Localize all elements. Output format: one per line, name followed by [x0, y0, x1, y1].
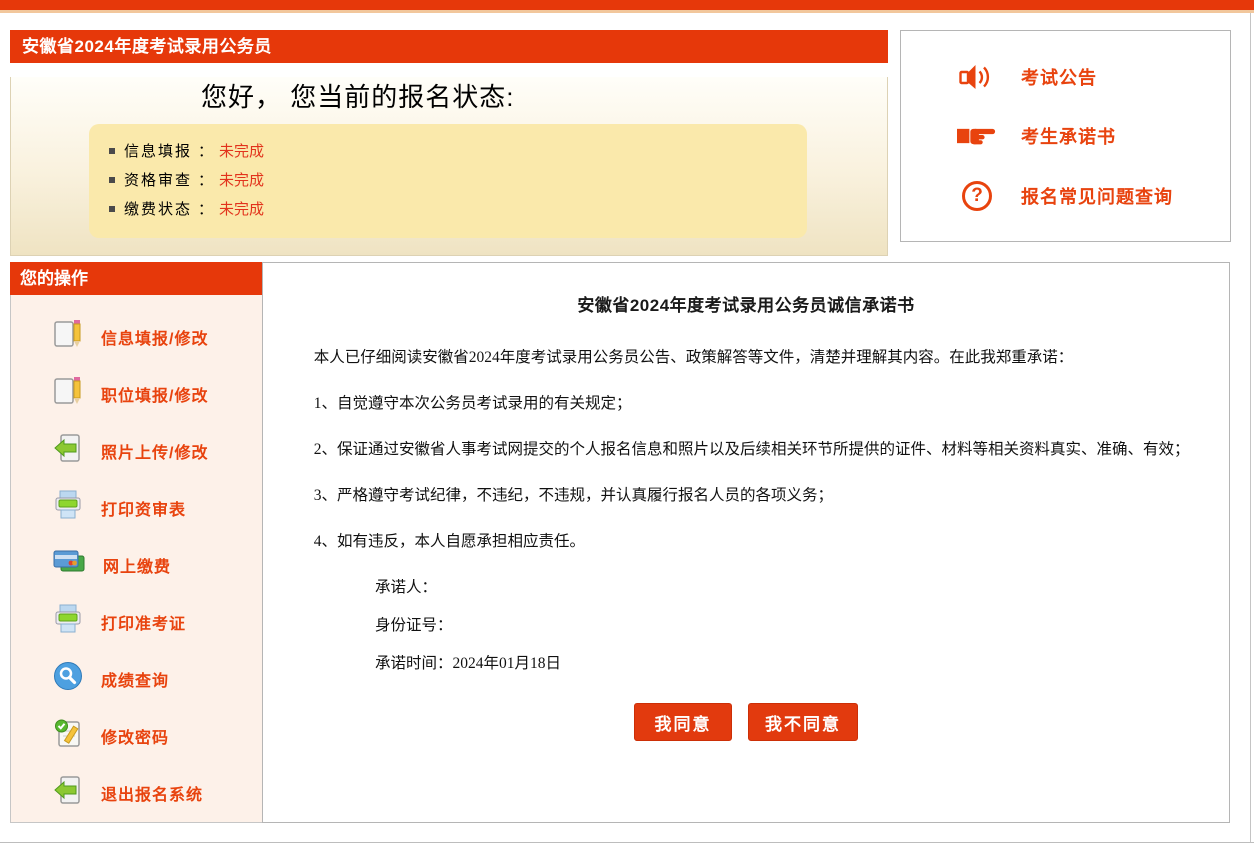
status-item-payment: 缴费状态 ： 未完成	[109, 195, 807, 224]
sidebar-item-label: 网上缴费	[103, 553, 171, 577]
commitment-panel: 安徽省2024年度考试录用公务员诚信承诺书 本人已仔细阅读安徽省2024年度考试…	[262, 262, 1230, 823]
status-separator: ：	[198, 143, 213, 160]
commitment-title: 安徽省2024年度考试录用公务员诚信承诺书	[275, 291, 1217, 316]
link-faq[interactable]: ? 报名常见问题查询	[957, 181, 1230, 211]
sidebar-item-label: 成绩查询	[101, 667, 169, 691]
signer-label: 承诺人：	[375, 579, 437, 596]
square-bullet-icon	[109, 177, 115, 183]
sidebar-item-online-payment[interactable]: 网上缴费	[11, 536, 262, 593]
status-item-review: 资格审查 ： 未完成	[109, 166, 807, 195]
status-box: 信息填报 ： 未完成 资格审查 ： 未完成 缴费状态 ： 未完成	[89, 124, 807, 238]
speaker-icon	[957, 62, 997, 92]
agree-button[interactable]: 我同意	[634, 703, 732, 741]
quick-links-panel: 考试公告 考生承诺书 ? 报名常见问题查询	[900, 30, 1231, 242]
edit-check-icon	[53, 718, 83, 753]
printer-icon	[53, 604, 83, 639]
sidebar-item-label: 退出报名系统	[101, 781, 203, 805]
greeting-text: 您好， 您当前的报名状态:	[201, 77, 887, 114]
quick-link-label: 考试公告	[1021, 64, 1097, 90]
sidebar-item-print-review-form[interactable]: 打印资审表	[11, 479, 262, 536]
commitment-paragraph: 4、如有违反，本人自愿承担相应责任。	[275, 528, 1217, 555]
button-row: 我同意 我不同意	[275, 703, 1217, 741]
sidebar-title: 您的操作	[10, 262, 263, 295]
id-line: 身份证号：	[375, 612, 1217, 639]
status-panel: 安徽省2024年度考试录用公务员 您好， 您当前的报名状态: 信息填报 ： 未完成 …	[10, 30, 888, 242]
quick-link-label: 报名常见问题查询	[1021, 183, 1173, 209]
page-right-border	[1250, 13, 1251, 843]
sidebar-item-score-query[interactable]: 成绩查询	[11, 650, 262, 707]
status-label: 信息填报	[124, 143, 192, 160]
status-label: 缴费状态	[124, 201, 192, 218]
status-panel-title: 安徽省2024年度考试录用公务员	[10, 30, 888, 63]
sidebar-item-label: 照片上传/修改	[101, 439, 208, 463]
doc-edit-icon	[53, 375, 83, 412]
sidebar-item-position-fill[interactable]: 职位填报/修改	[11, 365, 262, 422]
commitment-paragraph: 3、严格遵守考试纪律，不违纪，不违规，并认真履行报名人员的各项义务；	[275, 482, 1217, 509]
sidebar-item-label: 职位填报/修改	[101, 382, 208, 406]
commitment-paragraph: 1、自觉遵守本次公务员考试录用的有关规定；	[275, 390, 1217, 417]
sidebar-item-label: 打印资审表	[101, 496, 186, 520]
commitment-paragraph: 本人已仔细阅读安徽省2024年度考试录用公务员公告、政策解答等文件，清楚并理解其…	[275, 344, 1217, 371]
status-separator: ：	[198, 201, 213, 218]
quick-link-label: 考生承诺书	[1021, 123, 1116, 149]
sidebar-item-exit-system[interactable]: 退出报名系统	[11, 764, 262, 821]
sidebar-item-change-password[interactable]: 修改密码	[11, 707, 262, 764]
doc-arrow-icon	[53, 432, 83, 469]
sidebar-item-label: 修改密码	[101, 724, 169, 748]
doc-arrow-icon	[53, 774, 83, 811]
status-separator: ：	[198, 172, 213, 189]
sidebar-item-photo-upload[interactable]: 照片上传/修改	[11, 422, 262, 479]
hand-point-icon	[957, 122, 997, 150]
disagree-button[interactable]: 我不同意	[748, 703, 858, 741]
status-item-info: 信息填报 ： 未完成	[109, 137, 807, 166]
operations-sidebar: 您的操作 信息填报/修改 职位填	[10, 262, 263, 823]
sidebar-item-info-fill[interactable]: 信息填报/修改	[11, 308, 262, 365]
square-bullet-icon	[109, 206, 115, 212]
link-exam-announcement[interactable]: 考试公告	[957, 62, 1230, 92]
status-panel-body: 您好， 您当前的报名状态: 信息填报 ： 未完成 资格审查 ： 未完成 缴费状态 ： 未完成	[10, 77, 888, 256]
status-value: 未完成	[219, 143, 264, 160]
status-value: 未完成	[219, 172, 264, 189]
id-label: 身份证号：	[375, 617, 453, 634]
doc-edit-icon	[53, 318, 83, 355]
question-icon: ?	[957, 181, 997, 211]
status-label: 资格审查	[124, 172, 192, 189]
date-value: 2024年01月18日	[453, 655, 562, 672]
printer-icon	[53, 490, 83, 525]
sidebar-item-label: 打印准考证	[101, 610, 186, 634]
sidebar-list: 信息填报/修改 职位填报/修改 照片上传/修改	[11, 295, 262, 821]
date-line: 承诺时间：2024年01月18日	[375, 650, 1217, 677]
sidebar-item-print-admission-ticket[interactable]: 打印准考证	[11, 593, 262, 650]
commitment-paragraph: 2、保证通过安徽省人事考试网提交的个人报名信息和照片以及后续相关环节所提供的证件…	[275, 436, 1217, 463]
status-value: 未完成	[219, 201, 264, 218]
search-icon	[53, 661, 83, 696]
date-label: 承诺时间：	[375, 655, 453, 672]
signer-line: 承诺人：	[375, 574, 1217, 601]
top-bar-underline	[0, 10, 1254, 13]
link-candidate-commitment[interactable]: 考生承诺书	[957, 122, 1230, 150]
top-bar	[0, 0, 1254, 10]
sidebar-item-label: 信息填报/修改	[101, 325, 208, 349]
page-bottom-border	[0, 842, 1254, 843]
bank-cards-icon	[53, 548, 85, 581]
square-bullet-icon	[109, 148, 115, 154]
